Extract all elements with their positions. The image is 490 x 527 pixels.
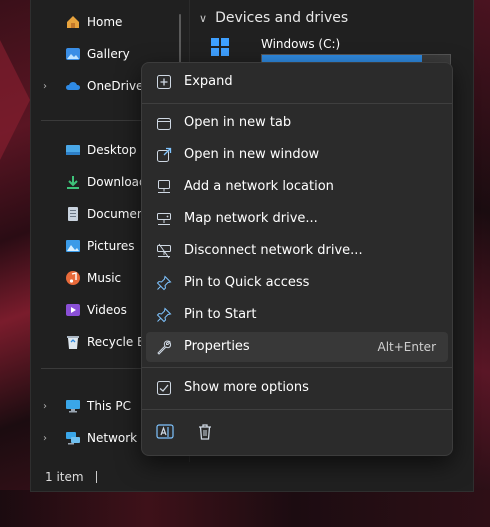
pin-start-icon	[156, 307, 172, 323]
menu-item-show-more-options[interactable]: Show more options	[146, 373, 448, 403]
nav-label: Music	[87, 271, 122, 285]
expand-icon	[156, 74, 172, 90]
menu-label: Show more options	[184, 380, 309, 395]
menu-item-expand[interactable]: Expand	[146, 67, 448, 97]
network-location-icon	[156, 179, 172, 195]
menu-separator	[142, 103, 452, 104]
wallpaper-left	[0, 0, 30, 527]
menu-item-add-network-location[interactable]: Add a network location	[146, 172, 448, 202]
drive-name[interactable]: Windows (C:)	[261, 37, 340, 51]
recycle-bin-icon	[65, 334, 81, 350]
desktop-icon	[65, 142, 81, 158]
menu-separator	[142, 367, 452, 368]
chevron-down-icon[interactable]: ∨	[199, 12, 207, 25]
more-options-icon	[156, 380, 172, 396]
nav-label: Desktop	[87, 143, 137, 157]
download-icon	[65, 174, 81, 190]
menu-item-map-network-drive[interactable]: Map network drive...	[146, 204, 448, 234]
nav-label: Pictures	[87, 239, 135, 253]
delete-icon[interactable]	[194, 421, 216, 443]
text-cursor	[95, 470, 97, 483]
chevron-right-icon[interactable]: ›	[43, 401, 53, 412]
picture-icon	[65, 238, 81, 254]
menu-item-disconnect-network-drive[interactable]: Disconnect network drive...	[146, 236, 448, 266]
wallpaper-bottom	[0, 490, 490, 527]
menu-label: Add a network location	[184, 179, 334, 194]
document-icon	[65, 206, 81, 222]
cloud-icon	[65, 78, 81, 94]
nav-item-home[interactable]: Home	[31, 8, 181, 36]
new-window-icon	[156, 147, 172, 163]
video-icon	[65, 302, 81, 318]
menu-item-pin-quick-access[interactable]: Pin to Quick access	[146, 268, 448, 298]
menu-label: Properties	[184, 339, 250, 354]
map-drive-icon	[156, 211, 172, 227]
menu-item-open-new-tab[interactable]: Open in new tab	[146, 108, 448, 138]
windows-drive-icon	[211, 38, 229, 56]
menu-item-pin-to-start[interactable]: Pin to Start	[146, 300, 448, 330]
nav-label: Videos	[87, 303, 127, 317]
menu-label: Pin to Start	[184, 307, 257, 322]
computer-icon	[65, 398, 81, 414]
disconnect-drive-icon	[156, 243, 172, 259]
chevron-right-icon[interactable]: ›	[43, 433, 53, 444]
menu-label: Disconnect network drive...	[184, 243, 363, 258]
menu-label: Map network drive...	[184, 211, 318, 226]
status-bar: 1 item	[31, 462, 473, 491]
gallery-icon	[65, 46, 81, 62]
menu-label: Open in new window	[184, 147, 320, 162]
pin-icon	[156, 275, 172, 291]
wallpaper-right	[472, 0, 490, 527]
menu-item-open-new-window[interactable]: Open in new window	[146, 140, 448, 170]
menu-separator	[142, 409, 452, 410]
wallpaper-shape	[0, 40, 30, 160]
section-header[interactable]: ∨ Devices and drives	[199, 10, 348, 26]
network-icon	[65, 430, 81, 446]
nav-label: Gallery	[87, 47, 130, 61]
status-text: 1 item	[45, 469, 84, 484]
new-tab-icon	[156, 115, 172, 131]
menu-label: Open in new tab	[184, 115, 292, 130]
section-title: Devices and drives	[215, 10, 349, 26]
menu-item-properties[interactable]: Properties Alt+Enter	[146, 332, 448, 362]
nav-label: Home	[87, 15, 123, 29]
context-menu: Expand Open in new tab Open in new windo…	[141, 62, 453, 456]
menu-label: Pin to Quick access	[184, 275, 310, 290]
nav-label: Network	[87, 431, 138, 445]
rename-icon[interactable]	[154, 421, 176, 443]
menu-label: Expand	[184, 74, 233, 89]
wrench-icon	[156, 339, 172, 355]
home-icon	[65, 14, 81, 30]
nav-label: This PC	[87, 399, 131, 413]
chevron-right-icon[interactable]: ›	[43, 81, 53, 92]
music-icon	[65, 270, 81, 286]
menu-shortcut: Alt+Enter	[377, 340, 436, 354]
